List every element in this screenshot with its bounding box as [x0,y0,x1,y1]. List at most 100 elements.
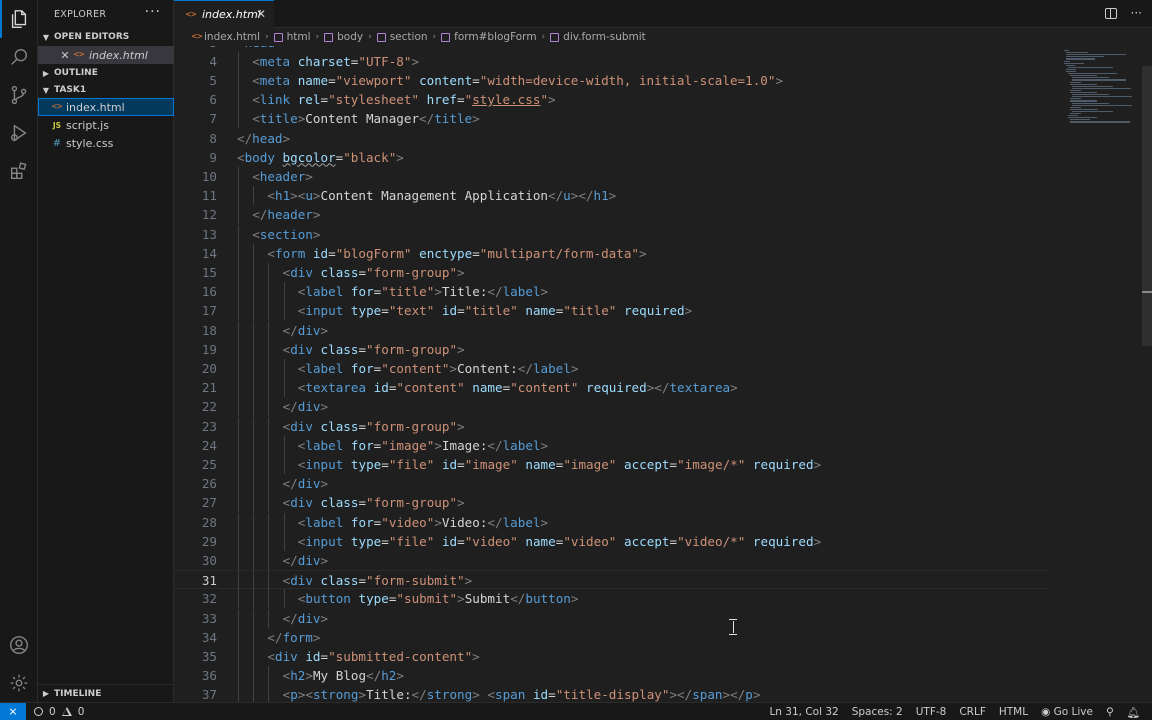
end-of-line[interactable]: CRLF [959,706,986,718]
code-line[interactable]: 20 <label for="content">Content:</label> [174,358,1152,379]
code-line[interactable]: 25 <input type="file" id="image" name="im… [174,454,1152,475]
code-line[interactable]: 4 <meta charset="UTF-8"> [174,51,1152,71]
line-number: 5 [209,72,217,88]
code-line[interactable]: 11 <h1><u>Content Management Application<… [174,186,1152,206]
code-text: <link rel="stylesheet" href="style.css"> [252,92,556,108]
close-icon[interactable]: ✕ [58,49,72,62]
code-line[interactable]: 13 <section> [174,224,1152,244]
code-line[interactable]: 14 <form id="blogForm" enctype="multipart… [174,243,1152,263]
code-line[interactable]: 35 <div id="submitted-content"> [174,646,1152,667]
outline-section[interactable]: ▶ OUTLINE [38,64,174,82]
code-line[interactable]: 21 <textarea id="content" name="content" … [174,378,1152,398]
code-line[interactable]: 32 <button type="submit">Submit</button> [174,589,1152,609]
code-line[interactable]: 36 <h2>My Blog</h2> [174,666,1152,686]
code-line[interactable]: 37 <p><strong>Title:</strong> <span id="t… [174,685,1152,702]
close-icon[interactable]: ✕ [256,7,266,21]
line-number: 15 [201,264,217,280]
language-mode[interactable]: HTML [999,706,1028,718]
split-editor-icon[interactable] [1104,8,1117,19]
account-icon[interactable] [0,626,38,664]
code-line[interactable]: 31 <div class="form-submit"> [174,570,1049,591]
code-text: <div class="form-group"> [282,418,465,434]
code-line[interactable]: 16 <label for="title">Title:</label> [174,282,1152,302]
line-number: 6 [209,92,217,108]
indent-guide [253,550,255,571]
problems-indicator[interactable]: 0 0 [34,706,84,718]
tab-index-html[interactable]: <> index.html ✕ [174,0,274,28]
code-line[interactable]: 15 <div class="form-group"> [174,262,1152,283]
indent-guide [253,301,255,321]
notifications-bell-icon[interactable]: 🔔︎ [1127,706,1140,719]
code-text: <input type="file" id="video" name="vide… [297,533,822,549]
html-file-icon: <> [185,9,197,20]
breadcrumb-item-body[interactable]: body [324,31,363,43]
project-label: TASK1 [54,85,87,95]
code-line[interactable]: 33 </div> [174,608,1152,628]
indent-guide [253,666,255,686]
code-line[interactable]: 34 </form> [174,627,1152,647]
file-encoding[interactable]: UTF-8 [916,706,947,718]
indent-guide [268,666,270,686]
copilot-icon[interactable]: ⚲ [1106,706,1114,718]
indent-guide [238,474,239,494]
settings-gear-icon[interactable] [0,664,38,702]
code-line[interactable]: 29 <input type="file" id="video" name="vi… [174,531,1152,551]
code-line[interactable]: 27 <div class="form-group"> [174,493,1152,513]
open-editors-section[interactable]: ▼ OPEN EDITORS [38,28,174,46]
cursor-position[interactable]: Ln 31, Col 32 [769,706,838,718]
code-line[interactable]: 9 <body bgcolor="black"> [174,148,1152,167]
code-line[interactable]: 24 <label for="image">Image:</label> [174,435,1152,455]
indent-guide [238,262,239,283]
open-editor-item[interactable]: ✕ <> index.html [38,46,174,64]
code-line[interactable]: 8 </head> [174,129,1152,148]
remote-indicator-button[interactable]: ⨯ [0,702,26,720]
indent-guide [253,339,255,359]
explorer-more-actions-icon[interactable]: ··· [145,4,161,20]
indent-guide [253,474,255,494]
indent-guide [253,320,255,340]
breadcrumb-item-html[interactable]: html [273,31,311,43]
timeline-section[interactable]: ▶ TIMELINE [38,684,174,702]
indent-guide [268,493,270,513]
breadcrumb-item-form[interactable]: form#blogForm [441,31,537,43]
code-line[interactable]: 28 <label for="video">Video:</label> [174,512,1152,532]
file-item-style-css[interactable]: # style.css [38,134,174,152]
breadcrumb-item-section[interactable]: section [376,31,428,43]
explorer-icon[interactable] [0,0,38,38]
code-line[interactable]: 30 </div> [174,550,1152,571]
run-debug-icon[interactable] [0,114,38,152]
indent-guide [283,531,285,551]
breadcrumb-item-div[interactable]: div.form-submit [550,31,646,43]
code-line[interactable]: 26 </div> [174,474,1152,494]
code-line[interactable]: 23 <div class="form-group"> [174,416,1152,436]
source-control-icon[interactable] [0,76,38,114]
indent-guide [253,685,255,702]
code-line[interactable]: 10 <header> [174,166,1152,187]
extensions-icon[interactable] [0,152,38,190]
project-section[interactable]: ▼ TASK1 [38,81,174,99]
editor-actions: ··· [1104,6,1142,20]
code-line[interactable]: 5 <meta name="viewport" content="width=de… [174,70,1152,91]
indent-guide [238,320,239,340]
code-line[interactable]: 18 </div> [174,320,1152,340]
file-item-index-html[interactable]: <> index.html [38,98,174,116]
indent-guide [268,571,270,591]
search-icon[interactable] [0,38,38,76]
indentation[interactable]: Spaces: 2 [852,706,903,718]
code-line[interactable]: 22 </div> [174,397,1152,417]
chevron-right-icon: › [264,32,269,42]
more-actions-icon[interactable]: ··· [1131,6,1142,20]
code-line[interactable]: 7 <title>Content Manager</title> [174,109,1152,129]
symbol-element-icon [324,32,334,42]
indent-guide [238,454,239,475]
code-line[interactable]: 12 </header> [174,205,1152,225]
code-line[interactable]: 6 <link rel="stylesheet" href="style.css"… [174,90,1152,110]
code-text: <div class="form-group"> [282,495,465,511]
code-line[interactable]: 19 <div class="form-group"> [174,339,1152,359]
go-live-button[interactable]: ◉ Go Live [1041,706,1093,718]
file-item-script-js[interactable]: JS script.js [38,116,174,134]
code-editor[interactable]: 3<head>4<meta charset="UTF-8">5<meta nam… [174,46,1152,702]
breadcrumb-item-file[interactable]: <> index.html [190,31,260,43]
code-line[interactable]: 17 <input type="text" id="title" name="ti… [174,301,1152,321]
line-number: 28 [201,514,217,530]
